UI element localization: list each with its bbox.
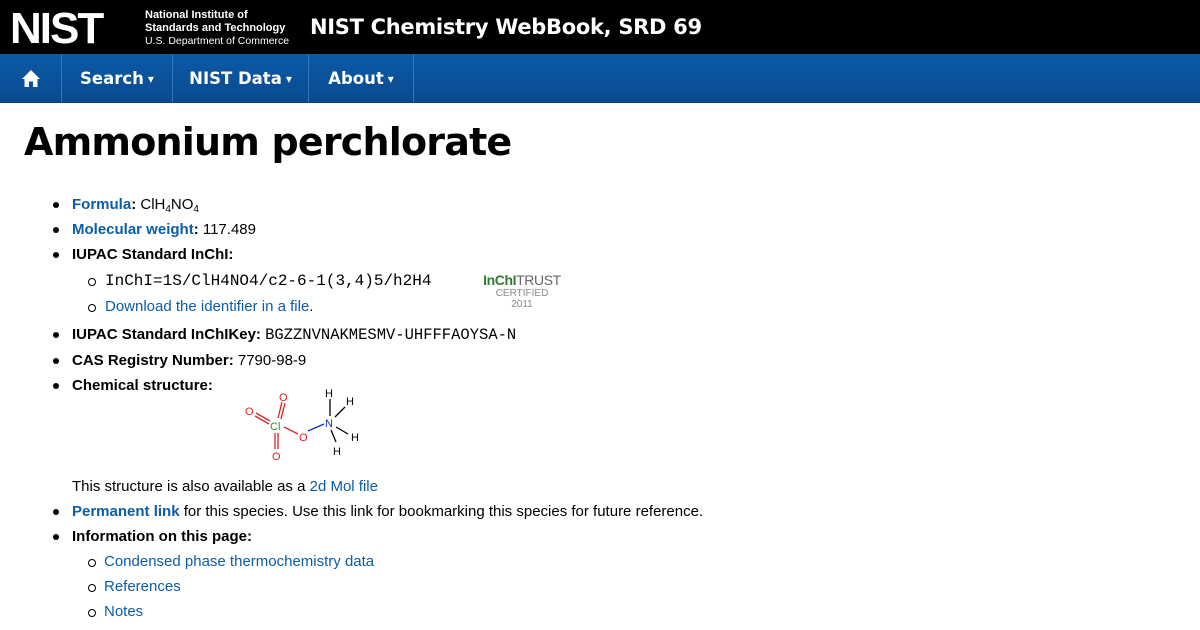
inchi-trust-brand-bold: InChI <box>483 272 517 288</box>
bond <box>307 423 325 432</box>
molecular-weight-value: 117.489 <box>202 221 256 238</box>
compound-info: Formula: ClH4NO4 Molecular weight: 117.4… <box>0 0 1200 630</box>
mol-file-link[interactable]: 2d Mol file <box>310 478 378 495</box>
hydrogen-atom: H <box>333 446 341 458</box>
list-bullet <box>53 509 59 515</box>
info-label: Information on this page: <box>72 528 252 545</box>
inchi-value: InChI=1S/ClH4NO4/c2-6-1(3,4)5/h2H4 <box>105 272 432 290</box>
list-bullet <box>53 227 59 233</box>
formula-row: Formula: ClH4NO4 <box>72 196 199 215</box>
chlorine-atom: Cl <box>270 421 280 433</box>
info-link-row: Condensed phase thermochemistry data <box>104 553 374 570</box>
inchi-trust-badge[interactable]: InChITRUST CERTIFIED 2011 <box>482 272 562 312</box>
structure-file-row: This structure is also available as a 2d… <box>72 478 378 495</box>
list-sub-bullet <box>88 584 96 592</box>
permalink-text: for this species. Use this link for book… <box>183 503 704 520</box>
inchi-value-row: InChI=1S/ClH4NO4/c2-6-1(3,4)5/h2H4 <box>105 272 431 290</box>
bond <box>330 429 337 443</box>
list-sub-bullet <box>88 278 96 286</box>
permalink-row: Permanent link for this species. Use thi… <box>72 503 703 520</box>
inchi-label: IUPAC Standard InChI: <box>72 246 234 263</box>
list-sub-bullet <box>88 609 96 617</box>
info-row: Information on this page: <box>72 528 252 545</box>
chemical-structure-image: O O Cl O O N H H H H <box>245 388 359 463</box>
info-link-row: Notes <box>104 603 143 620</box>
oxygen-atom: O <box>272 451 281 463</box>
bond <box>335 426 349 435</box>
thermochemistry-link[interactable]: Condensed phase thermochemistry data <box>104 553 374 570</box>
list-bullet <box>53 332 59 338</box>
inchi-row: IUPAC Standard InChI: <box>72 246 233 263</box>
download-row: Download the identifier in a file. <box>105 298 314 315</box>
formula-part: NO <box>170 196 194 213</box>
formula-part: ClH <box>140 196 166 213</box>
references-link[interactable]: References <box>104 578 181 595</box>
cas-row: CAS Registry Number: 7790-98-9 <box>72 352 306 369</box>
list-bullet <box>53 383 59 389</box>
list-sub-bullet <box>88 559 96 567</box>
structure-label: Chemical structure: <box>72 377 213 394</box>
list-sub-bullet <box>88 304 96 312</box>
formula-link[interactable]: Formula <box>72 196 131 213</box>
inchi-trust-brand: InChITRUST <box>482 272 562 288</box>
inchikey-value: BGZZNVNAKMESMV-UHFFFAOYSA-N <box>265 326 517 344</box>
notes-link[interactable]: Notes <box>104 603 143 620</box>
structure-row: Chemical structure: <box>72 377 213 394</box>
hydrogen-atom: H <box>346 396 354 408</box>
hydrogen-atom: H <box>351 432 359 444</box>
hydrogen-atom: H <box>325 388 333 400</box>
formula-value: ClH4NO4 <box>140 196 199 215</box>
list-bullet <box>53 202 59 208</box>
inchikey-label: IUPAC Standard InChIKey: <box>72 326 261 343</box>
bond <box>254 415 270 425</box>
inchi-trust-certified: CERTIFIED <box>495 288 549 299</box>
info-link-row: References <box>104 578 181 595</box>
permanent-link[interactable]: Permanent link <box>72 503 180 520</box>
cas-value: 7790-98-9 <box>237 352 307 369</box>
oxygen-atom: O <box>299 432 308 444</box>
download-identifier-link[interactable]: Download the identifier in a file <box>105 298 309 315</box>
bond <box>283 426 299 435</box>
molecular-weight-row: Molecular weight: 117.489 <box>72 221 256 238</box>
cas-label: CAS Registry Number: <box>72 352 234 369</box>
molecular-weight-link[interactable]: Molecular weight <box>72 221 194 238</box>
bond <box>334 406 346 418</box>
nitrogen-atom: N <box>325 418 333 430</box>
structure-file-text: This structure is also available as a <box>72 478 306 495</box>
formula-subscript: 4 <box>193 204 199 215</box>
inchikey-row: IUPAC Standard InChIKey: BGZZNVNAKMESMV-… <box>72 326 516 344</box>
inchi-trust-year: 2011 <box>511 299 533 310</box>
oxygen-atom: O <box>245 406 254 418</box>
list-bullet <box>53 358 59 364</box>
inchi-trust-brand-light: TRUST <box>516 272 561 288</box>
list-bullet <box>53 252 59 258</box>
bond <box>255 412 271 422</box>
list-bullet <box>53 534 59 540</box>
oxygen-atom: O <box>279 392 288 404</box>
